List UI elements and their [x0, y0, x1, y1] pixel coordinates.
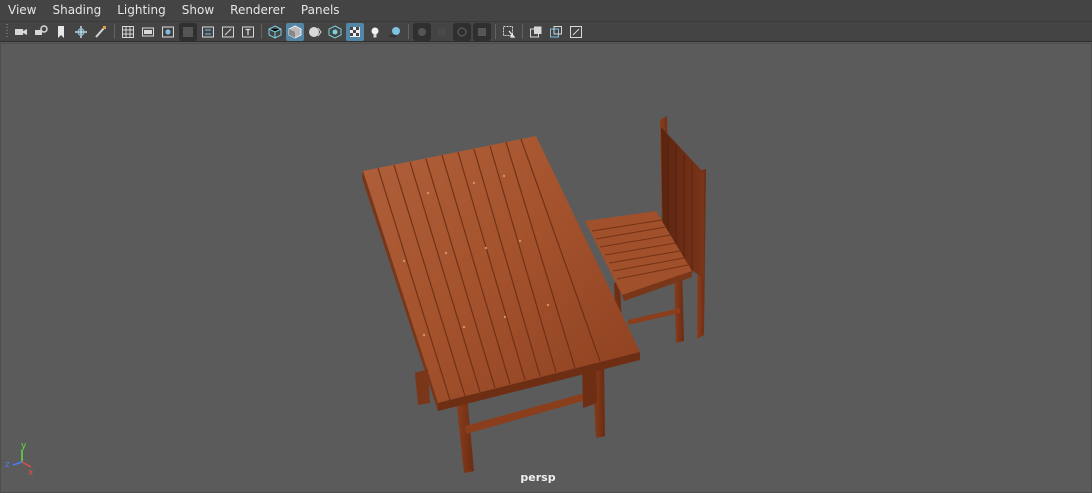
axis-z-label: z — [5, 460, 10, 470]
paint-icon[interactable] — [92, 23, 110, 41]
four-panes-icon[interactable] — [567, 23, 585, 41]
menu-view[interactable]: View — [0, 0, 44, 21]
smooth-shade-icon[interactable] — [286, 22, 304, 41]
table — [362, 136, 640, 473]
isolate-select-icon[interactable] — [413, 22, 431, 41]
panel-menubar: View Shading Lighting Show Renderer Pane… — [0, 0, 1092, 21]
axis-x-line — [21, 461, 32, 468]
camera-icon[interactable] — [12, 23, 30, 41]
camera-attribute-icon[interactable] — [32, 23, 50, 41]
select-camera-icon[interactable] — [500, 23, 518, 41]
axis-x-label: x — [28, 468, 34, 478]
shadows-icon[interactable] — [386, 23, 404, 41]
toolbar-separator — [522, 24, 523, 39]
gate-mask-icon[interactable] — [179, 22, 197, 41]
axis-z-line — [12, 461, 23, 466]
image-plane-icon[interactable] — [72, 23, 90, 41]
two-panes-icon[interactable] — [547, 23, 565, 41]
film-gate-icon[interactable] — [139, 23, 157, 41]
wireframe-on-shaded-icon[interactable] — [306, 23, 324, 41]
camera-name-label: persp — [520, 471, 556, 484]
menu-lighting[interactable]: Lighting — [109, 0, 174, 21]
axis-gizmo: y x z — [5, 441, 34, 478]
bookmark-icon[interactable] — [52, 23, 70, 41]
axis-y-label: y — [21, 441, 27, 451]
field-chart-icon[interactable] — [199, 23, 217, 41]
resolution-gate-icon[interactable] — [159, 23, 177, 41]
menu-shading[interactable]: Shading — [44, 0, 109, 21]
default-material-icon[interactable] — [326, 23, 344, 41]
toolbar-separator — [114, 24, 115, 39]
grid-icon[interactable] — [119, 23, 137, 41]
toolbar-separator — [408, 24, 409, 39]
menu-show[interactable]: Show — [174, 0, 222, 21]
perspective-viewport[interactable]: y x z persp — [0, 43, 1092, 493]
xray-icon[interactable] — [433, 23, 451, 41]
safe-action-icon[interactable] — [219, 23, 237, 41]
xray-joints-icon[interactable] — [453, 22, 471, 41]
use-all-lights-icon[interactable] — [366, 23, 384, 41]
toolbar-grip — [6, 24, 8, 39]
table-and-chair-model[interactable] — [0, 43, 1092, 493]
menu-panels[interactable]: Panels — [293, 0, 348, 21]
menu-renderer[interactable]: Renderer — [222, 0, 293, 21]
single-view-icon[interactable] — [527, 23, 545, 41]
xray-active-icon[interactable] — [473, 22, 491, 41]
toolbar-separator — [261, 24, 262, 39]
textured-icon[interactable] — [346, 22, 364, 41]
toolbar-separator — [495, 24, 496, 39]
safe-title-icon[interactable] — [239, 23, 257, 41]
panel-toolbar — [0, 21, 1092, 42]
wireframe-icon[interactable] — [266, 23, 284, 41]
